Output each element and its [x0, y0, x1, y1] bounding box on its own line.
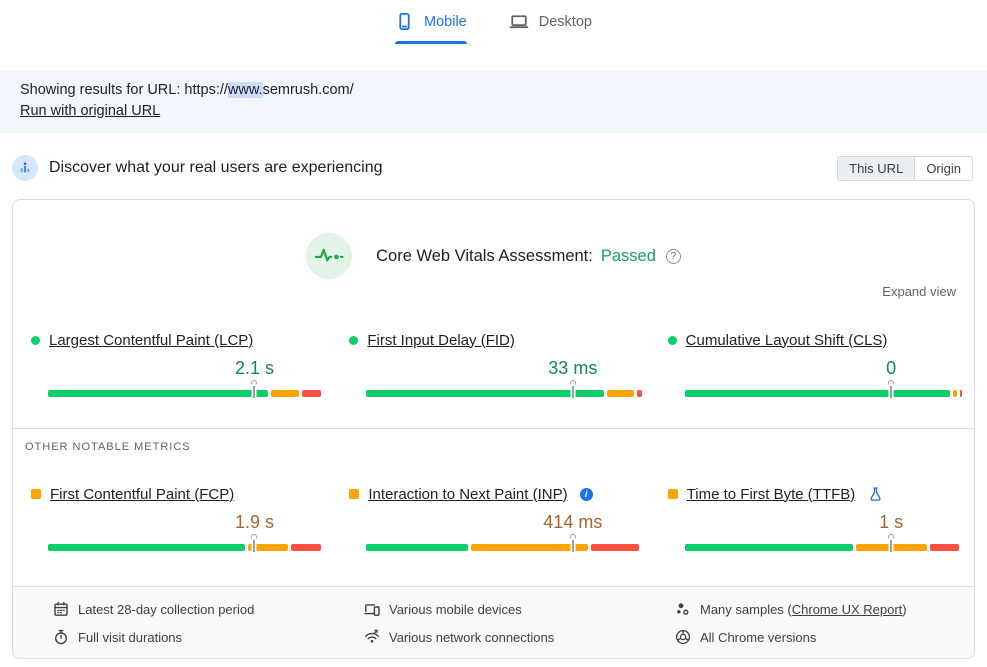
metric-value-cls: 0 — [886, 358, 896, 379]
bar-segment-good — [366, 390, 604, 397]
metric-value-ttfb: 1 s — [879, 512, 903, 533]
metric-lcp: Largest Contentful Paint (LCP) 2.1 s — [31, 331, 323, 397]
ni-status-square — [668, 489, 678, 499]
metric-value-inp: 414 ms — [543, 512, 602, 533]
scope-toggle: This URL Origin — [837, 156, 973, 181]
help-icon[interactable]: ? — [666, 249, 681, 264]
distribution-bar-fcp — [48, 544, 323, 551]
bar-segment-good — [685, 544, 853, 551]
bar-segment-poor — [302, 390, 321, 397]
metric-fid: First Input Delay (FID) 33 ms — [349, 331, 641, 397]
url-text-prefix: Showing results for URL: https:// — [20, 82, 228, 98]
smartphone-icon — [395, 12, 414, 31]
metric-cls: Cumulative Layout Shift (CLS) 0 — [668, 331, 960, 397]
network-icon — [364, 629, 380, 645]
visit-durations-item: Full visit durations — [53, 623, 338, 651]
scope-origin-button[interactable]: Origin — [915, 157, 972, 180]
core-metrics-row: Largest Contentful Paint (LCP) 2.1 s Fir… — [13, 331, 974, 397]
other-metrics-row: First Contentful Paint (FCP) 1.9 s Inter… — [13, 485, 974, 551]
metric-link-ttfb[interactable]: Time to First Byte (TTFB) — [687, 486, 856, 503]
samples-icon — [675, 601, 691, 617]
field-data-header: Discover what your real users are experi… — [12, 154, 973, 182]
field-data-card: Core Web Vitals Assessment: Passed ? Exp… — [12, 199, 975, 659]
metric-ttfb: Time to First Byte (TTFB) 1 s — [668, 485, 960, 551]
metric-link-cls[interactable]: Cumulative Layout Shift (CLS) — [686, 332, 888, 349]
metric-value-fid: 33 ms — [548, 358, 597, 379]
distribution-bar-lcp — [48, 390, 323, 397]
distribution-bar-inp — [366, 544, 641, 551]
chrome-versions-item: All Chrome versions — [675, 623, 960, 651]
bar-segment-good — [48, 390, 268, 397]
bar-segment-poor — [960, 390, 962, 397]
samples-item: Many samples (Chrome UX Report) — [675, 595, 960, 623]
bar-segment-poor — [930, 544, 959, 551]
bar-segment-good — [366, 544, 468, 551]
chrome-ux-report-link[interactable]: Chrome UX Report — [792, 602, 903, 617]
metric-value-lcp: 2.1 s — [235, 358, 274, 379]
bar-segment-ni — [953, 390, 957, 397]
laptop-icon — [509, 12, 529, 31]
device-tab-bar: Mobile Desktop — [0, 0, 987, 44]
chrome-icon — [675, 629, 691, 645]
cwv-assessment-header: Core Web Vitals Assessment: Passed ? — [13, 233, 974, 279]
info-icon[interactable]: i — [580, 488, 593, 501]
bar-segment-poor — [637, 390, 643, 397]
distribution-bar-cls — [685, 390, 960, 397]
bar-segment-ni — [607, 390, 633, 397]
metric-link-lcp[interactable]: Largest Contentful Paint (LCP) — [49, 332, 253, 349]
ni-status-square — [31, 489, 41, 499]
ni-status-square — [349, 489, 359, 499]
section-divider — [13, 428, 974, 429]
calendar-icon — [53, 601, 69, 617]
expand-view-link[interactable]: Expand view — [882, 284, 956, 299]
collection-info-footer: Latest 28-day collection period Full vis… — [13, 586, 974, 658]
url-banner-text: Showing results for URL: https://www.sem… — [20, 80, 967, 101]
other-metrics-label: OTHER NOTABLE METRICS — [25, 441, 974, 453]
distribution-bar-fid — [366, 390, 641, 397]
field-section-title: Discover what your real users are experi… — [49, 159, 382, 177]
bar-segment-poor — [591, 544, 639, 551]
good-status-dot — [31, 336, 40, 345]
cwv-assessment-result: Passed — [601, 247, 656, 266]
connections-item: Various network connections — [364, 623, 649, 651]
cwv-assessment-text: Core Web Vitals Assessment: Passed ? — [376, 247, 681, 266]
bar-segment-good — [685, 390, 950, 397]
bar-segment-ni — [471, 544, 588, 551]
tab-mobile-label: Mobile — [424, 14, 467, 30]
stopwatch-icon — [53, 629, 69, 645]
url-banner: Showing results for URL: https://www.sem… — [0, 70, 987, 133]
devices-icon — [364, 601, 380, 617]
metric-link-fcp[interactable]: First Contentful Paint (FCP) — [50, 486, 234, 503]
metric-link-inp[interactable]: Interaction to Next Paint (INP) — [368, 486, 567, 503]
experiment-flask-icon[interactable] — [868, 486, 883, 502]
pulse-icon — [306, 233, 352, 279]
url-text-highlight: www. — [228, 82, 263, 98]
user-insights-icon — [12, 155, 38, 181]
devices-item: Various mobile devices — [364, 595, 649, 623]
bar-segment-ni — [271, 390, 299, 397]
run-original-url-link[interactable]: Run with original URL — [20, 103, 160, 119]
metric-value-fcp: 1.9 s — [235, 512, 274, 533]
metric-fcp: First Contentful Paint (FCP) 1.9 s — [31, 485, 323, 551]
scope-this-url-button[interactable]: This URL — [838, 157, 915, 180]
metric-link-fid[interactable]: First Input Delay (FID) — [367, 332, 515, 349]
tab-desktop[interactable]: Desktop — [509, 12, 592, 44]
collection-period-item: Latest 28-day collection period — [53, 595, 338, 623]
good-status-dot — [668, 336, 677, 345]
good-status-dot — [349, 336, 358, 345]
cwv-assessment-label: Core Web Vitals Assessment: — [376, 247, 593, 266]
expand-row: Expand view — [13, 284, 974, 299]
url-text-suffix: semrush.com/ — [263, 82, 354, 98]
distribution-bar-ttfb — [685, 544, 960, 551]
bar-segment-poor — [291, 544, 321, 551]
metric-inp: Interaction to Next Paint (INP) i 414 ms — [349, 485, 641, 551]
bar-segment-good — [48, 544, 245, 551]
tab-mobile[interactable]: Mobile — [395, 12, 467, 44]
tab-desktop-label: Desktop — [539, 14, 592, 30]
